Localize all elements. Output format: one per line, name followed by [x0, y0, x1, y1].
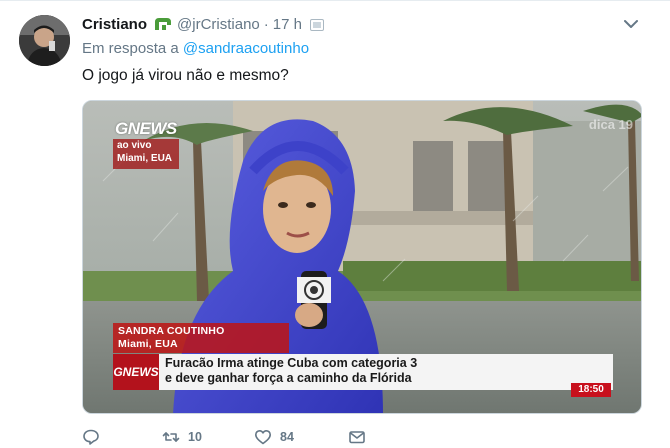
envelope-icon [349, 431, 365, 444]
watermark: dica 19 [588, 117, 633, 132]
timestamp[interactable]: 17 h [273, 16, 302, 33]
reply-prefix: Em resposta a [82, 40, 179, 57]
tweet-actions: 10 84 [82, 427, 388, 447]
channel-logo: GNEWS [115, 119, 177, 138]
live-badge: ao vivo Miami, EUA [113, 139, 179, 169]
media-image[interactable]: GNEWS dica 19 ao vivo Miami, EUA SANDRA … [82, 100, 642, 414]
retweet-count: 10 [188, 430, 202, 444]
reply-context: Em resposta a @sandraacoutinho [82, 40, 309, 57]
like-button[interactable]: 84 [254, 427, 348, 447]
separator-dot: · [263, 15, 269, 33]
retweet-icon [162, 432, 180, 442]
headline-bar: GNEWS Furacão Irma atinge Cuba com categ… [113, 354, 613, 390]
reply-to-link[interactable]: @sandraacoutinho [183, 40, 309, 57]
headline-logo: GNEWS [113, 354, 159, 390]
mobile-device-icon [309, 18, 324, 31]
broadcast-clock: 18:50 [571, 383, 611, 397]
tweet-text: O jogo já virou não e mesmo? [82, 67, 289, 84]
headline-line-1: Furacão Irma atinge Cuba com categoria 3 [165, 356, 418, 370]
chevron-down-icon[interactable] [620, 15, 642, 33]
like-icon [255, 430, 271, 445]
tweet-header: Cristiano @jrCristiano · 17 h [82, 14, 324, 34]
live-label: ao vivo [117, 140, 152, 151]
headline-line-2: e deve ganhar força a caminho da Flórida [165, 371, 412, 385]
avatar[interactable] [19, 15, 70, 66]
reporter-location: Miami, EUA [118, 338, 178, 350]
author-name[interactable]: Cristiano [82, 16, 147, 33]
reply-button[interactable] [82, 427, 162, 447]
author-handle[interactable]: @jrCristiano [177, 16, 260, 33]
like-count: 84 [280, 430, 294, 444]
nickname-badge-icon [153, 16, 173, 32]
avatar-image [19, 15, 70, 66]
live-location: Miami, EUA [117, 153, 173, 164]
retweet-button[interactable]: 10 [162, 427, 254, 447]
tweet-card[interactable]: Cristiano @jrCristiano · 17 h Em respost… [0, 0, 670, 448]
reporter-name: SANDRA COUTINHO [118, 325, 225, 337]
headline-text: Furacão Irma atinge Cuba com categoria 3… [165, 356, 417, 386]
reply-icon [83, 429, 99, 445]
direct-message-button[interactable] [348, 427, 388, 447]
reporter-caption: SANDRA COUTINHO Miami, EUA [113, 323, 289, 353]
